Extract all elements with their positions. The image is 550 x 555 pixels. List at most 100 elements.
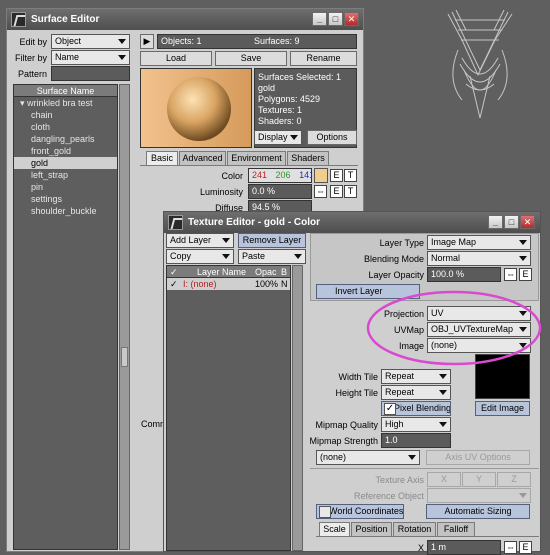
- height-tile-label: Height Tile: [335, 388, 378, 398]
- world-coordinates-button[interactable]: World Coordinates: [316, 504, 404, 519]
- scrollbar-thumb[interactable]: [121, 347, 128, 367]
- pixel-blending-button[interactable]: ✓ Pixel Blending: [381, 401, 451, 416]
- surface-list-item[interactable]: left_strap: [14, 169, 117, 181]
- check-icon: ✓: [170, 267, 178, 277]
- texture-editor-titlebar[interactable]: Texture Editor - gold - Color _ □ ✕: [164, 212, 540, 233]
- tab-rotation[interactable]: Rotation: [393, 522, 436, 536]
- scale-envelope-button[interactable]: E: [519, 541, 532, 554]
- tab-falloff[interactable]: Falloff: [437, 522, 475, 536]
- minimize-icon[interactable]: _: [312, 12, 327, 26]
- layer-opacity-input[interactable]: 100.0 %: [427, 267, 501, 282]
- filter-by-dropdown[interactable]: Name: [51, 50, 130, 65]
- remove-layer-button[interactable]: Remove Layer: [238, 233, 306, 248]
- surface-list-item[interactable]: cloth: [14, 121, 117, 133]
- chevron-down-icon: [222, 254, 230, 259]
- blending-mode-dropdown[interactable]: Normal: [427, 251, 531, 266]
- world-coordinates-check-icon: [319, 506, 331, 518]
- width-tile-dropdown[interactable]: Repeat: [381, 369, 451, 384]
- edit-by-dropdown[interactable]: Object: [51, 34, 130, 49]
- add-layer-label: Add Layer: [170, 235, 212, 245]
- lightwave-logo-icon: [168, 215, 183, 230]
- surface-list-scrollbar[interactable]: [119, 84, 130, 550]
- highlight-ellipse: [366, 290, 542, 366]
- chevron-down-icon: [290, 135, 298, 140]
- filter-by-value: Name: [55, 52, 80, 62]
- axis-x-button[interactable]: X: [427, 472, 461, 487]
- save-button[interactable]: Save: [215, 51, 287, 66]
- viewport-wireframe: [447, 9, 513, 119]
- tab-advanced[interactable]: Advanced: [179, 151, 226, 165]
- luminosity-envelope-button[interactable]: E: [330, 185, 343, 198]
- surface-editor-title: Surface Editor: [31, 14, 100, 25]
- surface-list-item[interactable]: shoulder_buckle: [14, 205, 117, 217]
- pattern-input[interactable]: [51, 66, 130, 81]
- opacity-envelope-button[interactable]: E: [519, 268, 532, 281]
- color-values[interactable]: 241 206 141: [248, 168, 312, 183]
- surface-list-item[interactable]: settings: [14, 193, 117, 205]
- luminosity-input[interactable]: 0.0 %: [248, 184, 312, 199]
- maximize-icon[interactable]: □: [504, 215, 519, 229]
- color-swatch[interactable]: [314, 168, 328, 183]
- minimize-icon[interactable]: _: [488, 215, 503, 229]
- color-envelope-button[interactable]: E: [330, 169, 343, 182]
- display-dropdown[interactable]: Display: [254, 130, 302, 145]
- surface-editor-titlebar[interactable]: Surface Editor _ □ ✕: [7, 9, 363, 30]
- automatic-sizing-button[interactable]: Automatic Sizing: [426, 504, 530, 519]
- axis-z-button[interactable]: Z: [497, 472, 531, 487]
- tab-shaders[interactable]: Shaders: [287, 151, 329, 165]
- tab-basic[interactable]: Basic: [146, 151, 178, 165]
- surface-list-header: Surface Name: [14, 85, 117, 97]
- surface-list-item[interactable]: front_gold: [14, 145, 117, 157]
- close-icon[interactable]: ✕: [344, 12, 359, 26]
- info-shaders: Shaders: 0: [258, 116, 302, 126]
- surface-list[interactable]: Surface Name ▾ wrinkled bra test chain cl…: [13, 84, 118, 550]
- tab-environment[interactable]: Environment: [227, 151, 286, 165]
- axis-uv-options-button[interactable]: Axis UV Options: [426, 450, 530, 465]
- edit-image-button[interactable]: Edit Image: [475, 401, 530, 416]
- close-icon[interactable]: ✕: [520, 215, 535, 229]
- mipmap-strength-input[interactable]: 1.0: [381, 433, 451, 448]
- layer-row[interactable]: ✓ I: (none) 100% N: [167, 278, 290, 290]
- color-g: 206: [275, 170, 291, 180]
- rename-button[interactable]: Rename: [290, 51, 357, 66]
- layer-type-value: Image Map: [431, 237, 477, 247]
- scale-slider-icon[interactable]: ⇔: [504, 541, 517, 554]
- tab-scale[interactable]: Scale: [319, 522, 350, 536]
- paste-label: Paste: [242, 251, 266, 261]
- chevron-down-icon: [118, 39, 126, 44]
- copy-label: Copy: [170, 251, 192, 261]
- add-layer-dropdown[interactable]: Add Layer: [166, 233, 234, 248]
- axis-y-button[interactable]: Y: [462, 472, 496, 487]
- opacity-slider-icon[interactable]: ⇔: [504, 268, 517, 281]
- mipmap-quality-dropdown[interactable]: High: [381, 417, 451, 432]
- layer-list[interactable]: ✓ Layer Name Opac B ✓ I: (none) 100% N: [166, 265, 291, 551]
- layer-list-scrollbar[interactable]: [292, 265, 303, 551]
- reference-none-dropdown[interactable]: (none): [316, 450, 420, 465]
- height-tile-dropdown[interactable]: Repeat: [381, 385, 451, 400]
- scale-x-input[interactable]: 1 m: [427, 540, 501, 555]
- layer-type-dropdown[interactable]: Image Map: [427, 235, 531, 250]
- copy-dropdown[interactable]: Copy: [166, 249, 234, 264]
- surface-list-item[interactable]: dangling_pearls: [14, 133, 117, 145]
- surface-items: chain cloth dangling_pearls front_gold gold l…: [14, 109, 117, 217]
- tab-divider: [140, 165, 358, 166]
- paste-dropdown[interactable]: Paste: [238, 249, 306, 264]
- surface-list-item[interactable]: gold: [14, 157, 117, 169]
- chevron-down-icon: [118, 55, 126, 60]
- tab-position[interactable]: Position: [351, 522, 392, 536]
- reference-object-dropdown[interactable]: [427, 488, 531, 503]
- surface-list-item[interactable]: chain: [14, 109, 117, 121]
- color-texture-button[interactable]: T: [344, 169, 357, 182]
- surface-preview[interactable]: [140, 68, 252, 148]
- options-button[interactable]: Options: [307, 130, 357, 145]
- chevron-down-icon: [519, 256, 527, 261]
- transform-tab-divider: [316, 536, 539, 537]
- luminosity-slider-icon[interactable]: ⇔: [314, 185, 327, 198]
- surface-group[interactable]: ▾ wrinkled bra test: [14, 97, 117, 109]
- maximize-icon[interactable]: □: [328, 12, 343, 26]
- layer-enabled-check-icon[interactable]: ✓: [170, 278, 178, 290]
- surface-list-item[interactable]: pin: [14, 181, 117, 193]
- luminosity-texture-button[interactable]: T: [344, 185, 357, 198]
- expand-toggle-button[interactable]: ▶: [140, 34, 154, 49]
- load-button[interactable]: Load: [140, 51, 212, 66]
